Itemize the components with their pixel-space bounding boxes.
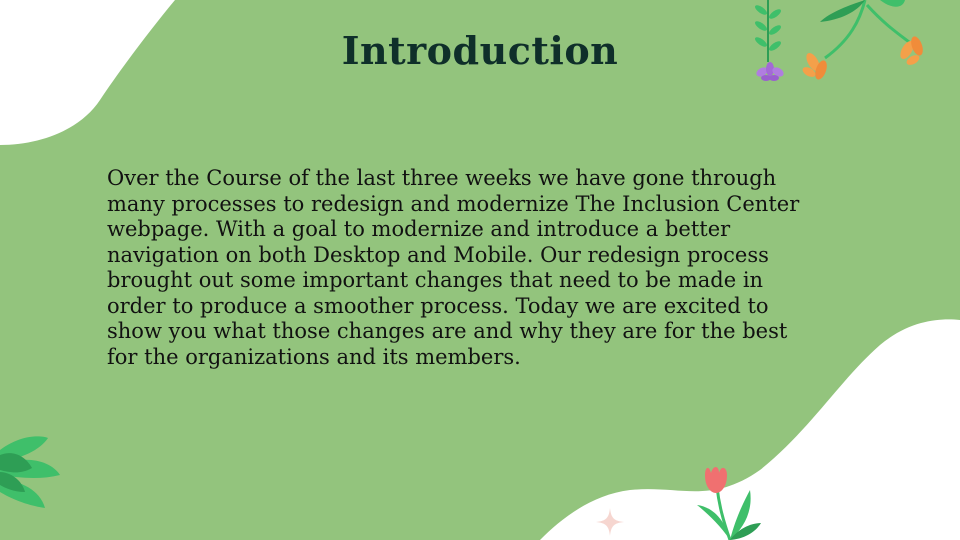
sparkle-icon [596,508,624,536]
leaf-cluster-icon [0,436,60,508]
slide-title: Introduction [341,28,619,73]
pink-tulip-icon [697,467,761,540]
intro-paragraph: Over the Course of the last three weeks … [107,166,800,369]
slide: Introduction Over the Course of the last… [0,0,960,540]
